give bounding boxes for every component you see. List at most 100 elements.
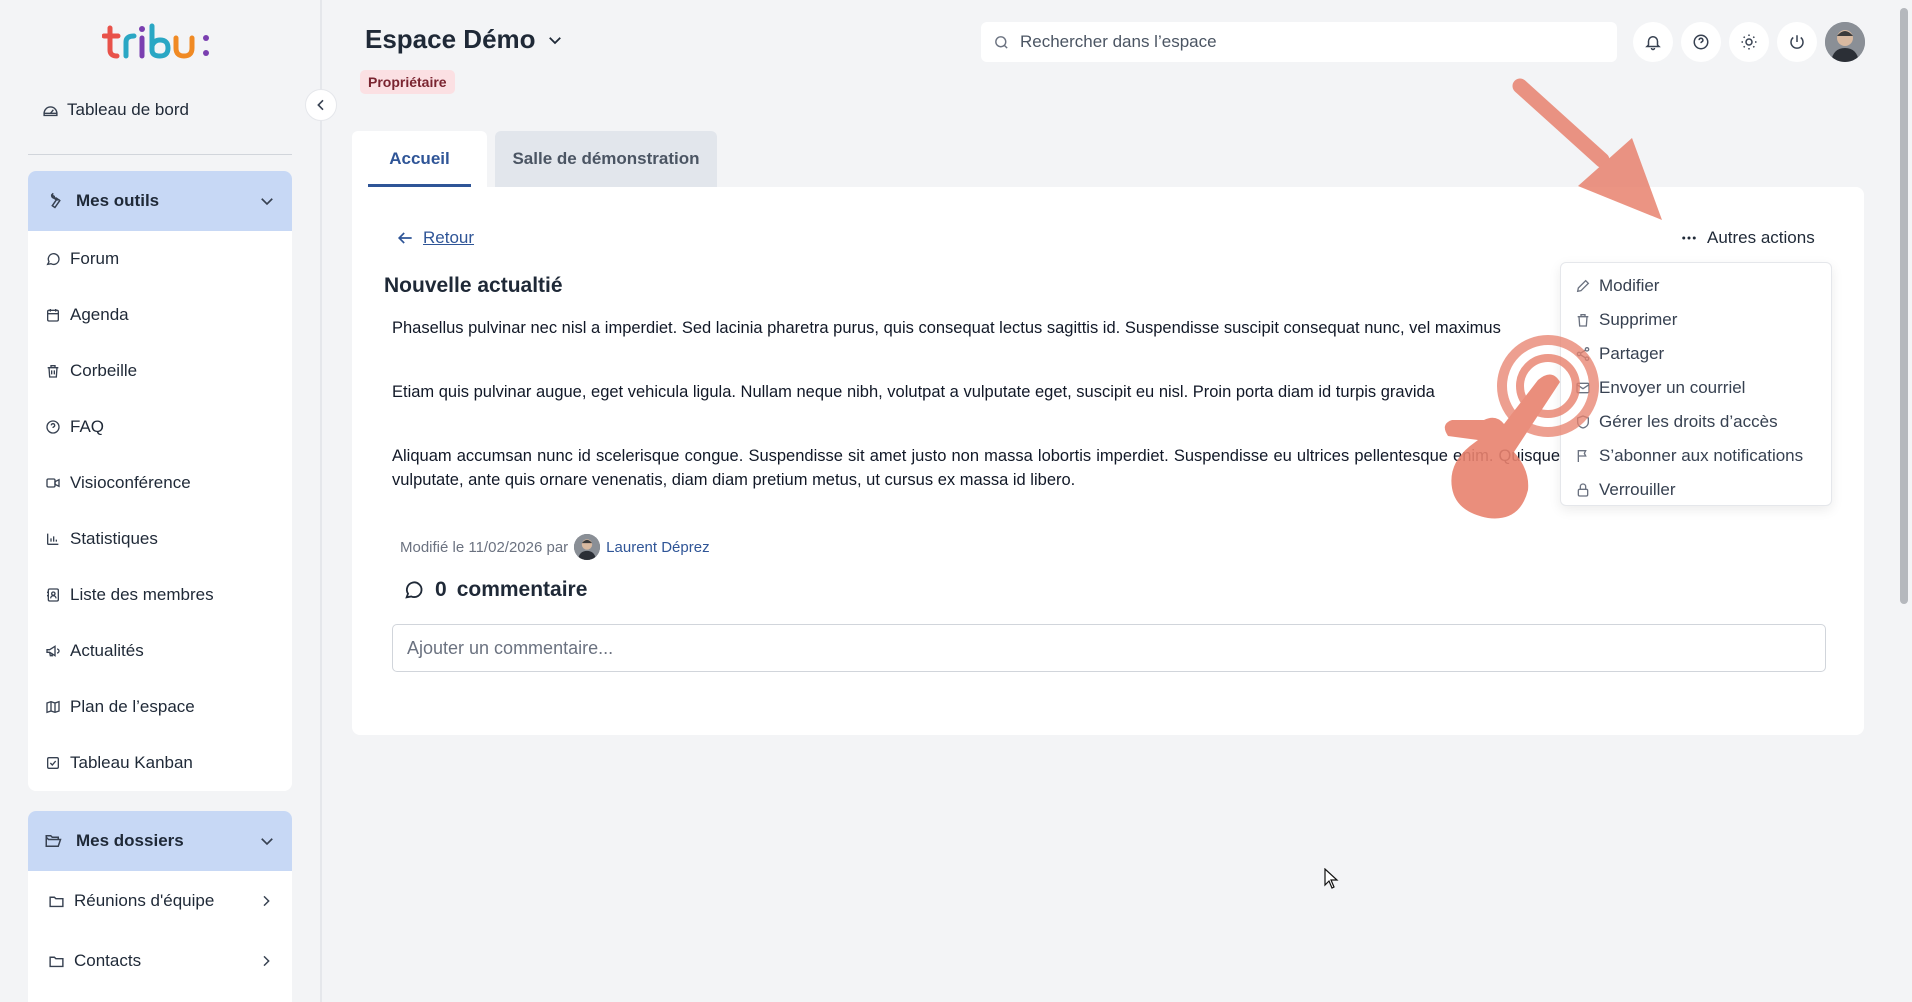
sidebar-item-visio[interactable]: Visioconférence xyxy=(28,455,292,511)
theme-toggle-button[interactable] xyxy=(1729,22,1769,62)
sidebar-item-label: Statistiques xyxy=(70,529,158,548)
user-avatar-icon xyxy=(1825,22,1865,62)
article-paragraph: Phasellus pulvinar nec nisl a imperdiet.… xyxy=(392,319,1501,337)
sidebar-item-corbeille[interactable]: Corbeille xyxy=(28,343,292,399)
contacts-icon xyxy=(47,588,59,602)
space-title: Espace Démo xyxy=(365,24,536,54)
megaphone-icon xyxy=(46,645,60,657)
sidebar-item-faq[interactable]: FAQ xyxy=(28,399,292,455)
menu-item-label: Partager xyxy=(1599,344,1665,363)
tab-accueil[interactable]: Accueil xyxy=(352,131,487,187)
flag-icon xyxy=(1577,450,1587,462)
tools-group: Mes outils Forum Agenda Corbeille FAQ Vi… xyxy=(28,171,292,791)
comment-word: commentaire xyxy=(456,578,588,601)
map-icon xyxy=(46,700,60,714)
chat-icon xyxy=(46,253,60,266)
modified-prefix: Modifié le 11/02/2026 par xyxy=(400,538,569,556)
trash-icon xyxy=(1577,314,1589,327)
sidebar-dashboard-label: Tableau de bord xyxy=(67,100,189,119)
chevron-down-icon xyxy=(548,36,561,44)
menu-item-supprimer[interactable]: Supprimer xyxy=(1561,303,1831,337)
tools-group-header[interactable]: Mes outils xyxy=(28,171,292,231)
modified-info: Modifié le 11/02/2026 par Laurent Déprez xyxy=(400,534,710,560)
logout-button[interactable] xyxy=(1777,22,1817,62)
other-actions-button[interactable]: Autres actions xyxy=(1680,228,1815,248)
folders-group-title: Mes dossiers xyxy=(76,831,184,850)
comment-count: 0 xyxy=(435,578,447,601)
bell-icon xyxy=(1645,36,1661,51)
sidebar-item-map[interactable]: Plan de l’espace xyxy=(28,679,292,735)
chevron-right-icon xyxy=(263,955,270,967)
author-avatar xyxy=(574,534,601,560)
folder-open-icon xyxy=(45,835,62,847)
menu-item-droits[interactable]: Gérer les droits d’accès xyxy=(1561,405,1831,439)
space-selector[interactable]: Espace Démo xyxy=(365,24,564,55)
article-paragraph: Aliquam accumsan nunc id scelerisque con… xyxy=(392,447,1560,489)
trash-icon xyxy=(47,365,59,378)
sidebar-item-forum[interactable]: Forum xyxy=(28,231,292,287)
sidebar-item-label: Agenda xyxy=(70,305,129,324)
bar-chart-icon xyxy=(47,533,59,545)
sidebar-dashboard-link[interactable]: Tableau de bord xyxy=(42,100,189,120)
menu-item-label: Gérer les droits d’accès xyxy=(1599,412,1778,431)
search-input[interactable] xyxy=(1020,32,1580,52)
help-circle-icon xyxy=(46,420,60,434)
share-icon xyxy=(1576,347,1590,361)
back-link[interactable]: Retour xyxy=(395,228,474,248)
menu-item-label: Supprimer xyxy=(1599,310,1678,329)
sidebar-item-kanban[interactable]: Tableau Kanban xyxy=(28,735,292,791)
comment-field[interactable] xyxy=(392,624,1826,672)
notifications-button[interactable] xyxy=(1633,22,1673,62)
actions-menu: Modifier Supprimer Partager Envoyer un c… xyxy=(1560,262,1832,506)
sidebar-item-label: Corbeille xyxy=(70,361,138,380)
gauge-icon xyxy=(43,105,58,116)
comment-input[interactable] xyxy=(407,637,1825,659)
tribu-logo-icon xyxy=(102,23,209,59)
folders-group-header[interactable]: Mes dossiers xyxy=(28,811,292,871)
pencil-icon xyxy=(1576,279,1590,293)
mail-icon xyxy=(1576,382,1590,394)
menu-item-verrouiller[interactable]: Verrouiller xyxy=(1561,473,1831,507)
sidebar-item-label: Forum xyxy=(70,249,120,268)
folder-item-contacts[interactable]: Contacts xyxy=(28,931,292,991)
folder-icon xyxy=(49,896,64,907)
sidebar-item-label: Visioconférence xyxy=(70,473,191,492)
checkbox-icon xyxy=(47,757,59,769)
sidebar-item-agenda[interactable]: Agenda xyxy=(28,287,292,343)
search-bar[interactable] xyxy=(981,22,1617,62)
sidebar-collapse-button[interactable] xyxy=(305,89,337,121)
wrench-icon xyxy=(50,192,61,209)
tribu-logo[interactable] xyxy=(102,22,218,62)
folder-item-label: Contacts xyxy=(74,951,142,970)
tab-label: Salle de démonstration xyxy=(512,149,700,168)
menu-item-partager[interactable]: Partager xyxy=(1561,337,1831,371)
mouse-cursor-icon xyxy=(1324,868,1339,889)
chevron-down-icon xyxy=(261,838,273,846)
folder-item-reunions[interactable]: Réunions d'équipe xyxy=(28,871,292,931)
comments-heading: 0 commentaire xyxy=(403,578,587,602)
menu-item-courriel[interactable]: Envoyer un courriel xyxy=(1561,371,1831,405)
video-icon xyxy=(46,478,60,488)
sidebar-item-stats[interactable]: Statistiques xyxy=(28,511,292,567)
tools-group-title: Mes outils xyxy=(76,191,160,210)
power-icon xyxy=(1790,35,1804,49)
calendar-icon xyxy=(47,309,59,322)
sidebar-item-news[interactable]: Actualités xyxy=(28,623,292,679)
sidebar-divider xyxy=(28,154,292,155)
sidebar-item-label: Tableau Kanban xyxy=(70,753,193,772)
author-link[interactable]: Laurent Déprez xyxy=(606,539,709,556)
user-avatar[interactable] xyxy=(1825,22,1865,62)
tab-salle-demonstration[interactable]: Salle de démonstration xyxy=(495,131,717,187)
search-icon xyxy=(995,35,1008,49)
tab-label: Accueil xyxy=(389,149,450,168)
sidebar: Tableau de bord Mes outils Forum Agenda … xyxy=(0,0,322,1002)
menu-item-notifications[interactable]: S’abonner aux notifications xyxy=(1561,439,1831,473)
menu-item-label: Verrouiller xyxy=(1599,480,1676,499)
chevron-left-icon xyxy=(317,99,324,111)
help-button[interactable] xyxy=(1681,22,1721,62)
author-avatar-icon xyxy=(574,534,601,560)
sidebar-item-members[interactable]: Liste des membres xyxy=(28,567,292,623)
chevron-right-icon xyxy=(263,895,270,907)
page-scrollbar-thumb[interactable] xyxy=(1900,8,1908,604)
menu-item-modifier[interactable]: Modifier xyxy=(1561,269,1831,303)
